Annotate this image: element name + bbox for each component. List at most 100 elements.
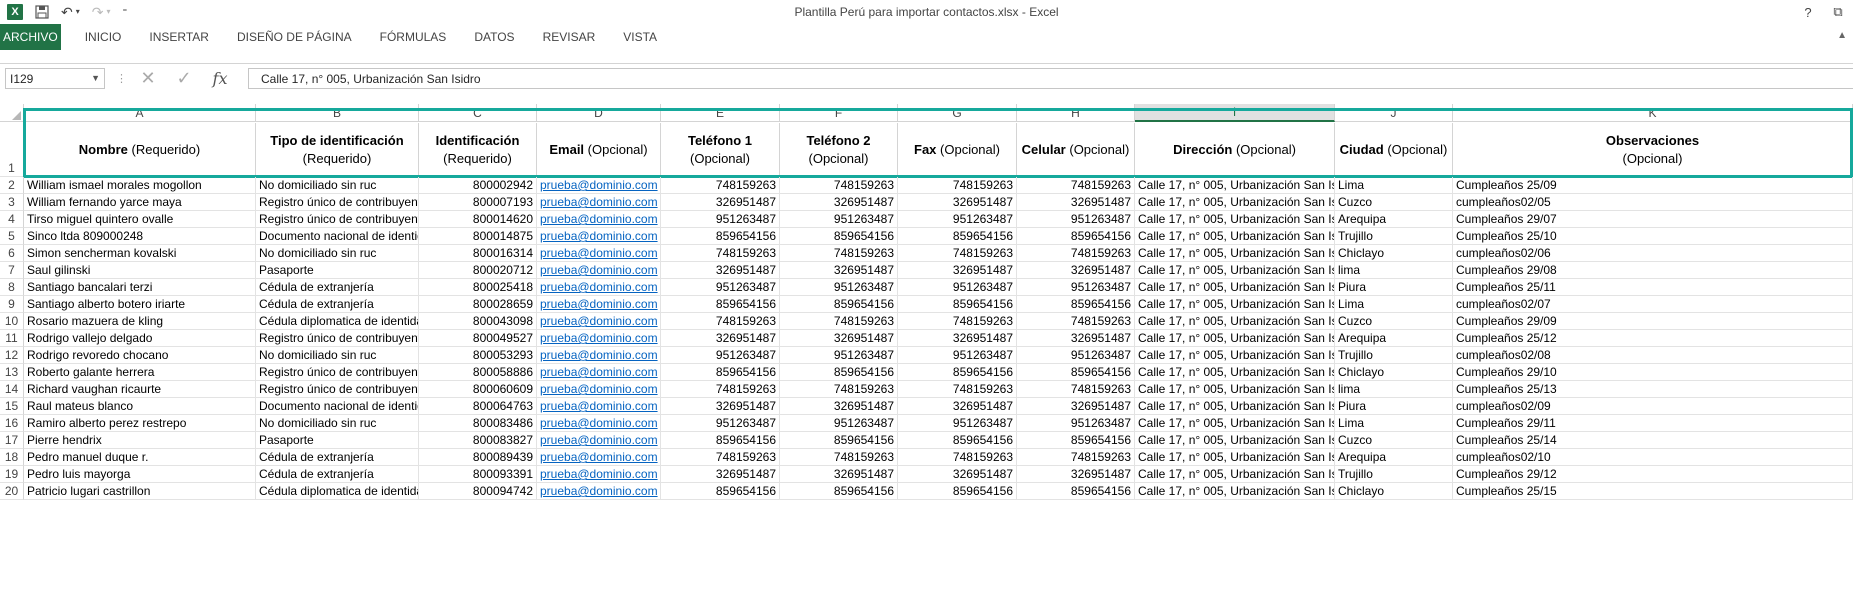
- email-link-cell[interactable]: prueba@dominio.com: [537, 296, 661, 313]
- row-header[interactable]: 16: [0, 415, 24, 432]
- table-cell[interactable]: Calle 17, n° 005, Urbanización San Isidr…: [1135, 194, 1335, 211]
- table-cell[interactable]: Calle 17, n° 005, Urbanización San Isidr…: [1135, 228, 1335, 245]
- select-all-corner[interactable]: [0, 104, 24, 122]
- table-cell[interactable]: 859654156: [1017, 228, 1135, 245]
- table-cell[interactable]: 326951487: [1017, 330, 1135, 347]
- table-cell[interactable]: 800060609: [419, 381, 537, 398]
- table-cell[interactable]: 859654156: [898, 296, 1017, 313]
- table-cell[interactable]: 800014620: [419, 211, 537, 228]
- table-cell[interactable]: Calle 17, n° 005, Urbanización San Isidr…: [1135, 449, 1335, 466]
- table-cell[interactable]: 951263487: [661, 415, 780, 432]
- row-header[interactable]: 2: [0, 177, 24, 194]
- header-cell[interactable]: Fax (Opcional): [898, 123, 1017, 177]
- tab-revisar[interactable]: REVISAR: [529, 24, 610, 50]
- table-cell[interactable]: Calle 17, n° 005, Urbanización San Isidr…: [1135, 415, 1335, 432]
- table-cell[interactable]: Calle 17, n° 005, Urbanización San Isidr…: [1135, 245, 1335, 262]
- email-link-cell[interactable]: prueba@dominio.com: [537, 177, 661, 194]
- table-cell[interactable]: 748159263: [898, 381, 1017, 398]
- column-header-a[interactable]: A: [24, 104, 256, 122]
- table-cell[interactable]: 951263487: [898, 211, 1017, 228]
- header-cell[interactable]: Ciudad (Opcional): [1335, 123, 1453, 177]
- row-header[interactable]: 20: [0, 483, 24, 500]
- table-cell[interactable]: 800028659: [419, 296, 537, 313]
- table-cell[interactable]: Calle 17, n° 005, Urbanización San Isidr…: [1135, 262, 1335, 279]
- email-link-cell[interactable]: prueba@dominio.com: [537, 398, 661, 415]
- table-cell[interactable]: 859654156: [661, 364, 780, 381]
- tab-diseño-de-página[interactable]: DISEÑO DE PÁGINA: [223, 24, 366, 50]
- row-header[interactable]: 5: [0, 228, 24, 245]
- table-cell[interactable]: 951263487: [780, 211, 898, 228]
- table-cell[interactable]: 951263487: [661, 279, 780, 296]
- row-header[interactable]: 1: [0, 123, 24, 177]
- table-cell[interactable]: 859654156: [780, 296, 898, 313]
- table-cell[interactable]: 748159263: [898, 449, 1017, 466]
- table-cell[interactable]: 951263487: [661, 211, 780, 228]
- row-header[interactable]: 3: [0, 194, 24, 211]
- table-cell[interactable]: 748159263: [1017, 381, 1135, 398]
- table-cell[interactable]: 800058886: [419, 364, 537, 381]
- email-link-cell[interactable]: prueba@dominio.com: [537, 381, 661, 398]
- table-cell[interactable]: Pasaporte: [256, 262, 419, 279]
- table-cell[interactable]: 951263487: [898, 279, 1017, 296]
- formula-input[interactable]: Calle 17, n° 005, Urbanización San Isidr…: [248, 68, 1853, 89]
- email-link-cell[interactable]: prueba@dominio.com: [537, 228, 661, 245]
- email-link-cell[interactable]: prueba@dominio.com: [537, 432, 661, 449]
- table-cell[interactable]: Cumpleaños 29/12: [1453, 466, 1853, 483]
- table-cell[interactable]: Calle 17, n° 005, Urbanización San Isidr…: [1135, 347, 1335, 364]
- table-cell[interactable]: lima: [1335, 381, 1453, 398]
- table-cell[interactable]: 326951487: [780, 398, 898, 415]
- table-cell[interactable]: cumpleaños02/05: [1453, 194, 1853, 211]
- table-cell[interactable]: Lima: [1335, 296, 1453, 313]
- table-cell[interactable]: cumpleaños02/07: [1453, 296, 1853, 313]
- table-cell[interactable]: Cédula de extranjería: [256, 466, 419, 483]
- table-cell[interactable]: Chiclayo: [1335, 364, 1453, 381]
- table-cell[interactable]: 326951487: [898, 330, 1017, 347]
- tab-datos[interactable]: DATOS: [460, 24, 528, 50]
- table-cell[interactable]: 800093391: [419, 466, 537, 483]
- ribbon-scroll-icon[interactable]: ▲: [1837, 30, 1847, 41]
- column-header-k[interactable]: K: [1453, 104, 1853, 122]
- table-cell[interactable]: 800064763: [419, 398, 537, 415]
- table-cell[interactable]: 859654156: [1017, 364, 1135, 381]
- table-cell[interactable]: Richard vaughan ricaurte: [24, 381, 256, 398]
- table-cell[interactable]: 800043098: [419, 313, 537, 330]
- table-cell[interactable]: Roberto galante herrera: [24, 364, 256, 381]
- table-cell[interactable]: 859654156: [780, 483, 898, 500]
- table-cell[interactable]: Arequipa: [1335, 449, 1453, 466]
- table-cell[interactable]: 800002942: [419, 177, 537, 194]
- table-cell[interactable]: Santiago alberto botero iriarte: [24, 296, 256, 313]
- table-cell[interactable]: 326951487: [898, 398, 1017, 415]
- table-cell[interactable]: 951263487: [780, 279, 898, 296]
- table-cell[interactable]: 748159263: [1017, 313, 1135, 330]
- table-cell[interactable]: 859654156: [661, 483, 780, 500]
- table-cell[interactable]: 800094742: [419, 483, 537, 500]
- table-cell[interactable]: 951263487: [780, 415, 898, 432]
- row-header[interactable]: 18: [0, 449, 24, 466]
- table-cell[interactable]: Trujillo: [1335, 228, 1453, 245]
- email-link-cell[interactable]: prueba@dominio.com: [537, 211, 661, 228]
- table-cell[interactable]: 800007193: [419, 194, 537, 211]
- table-cell[interactable]: 800014875: [419, 228, 537, 245]
- column-header-f[interactable]: F: [780, 104, 898, 122]
- table-cell[interactable]: 326951487: [661, 194, 780, 211]
- table-cell[interactable]: 800016314: [419, 245, 537, 262]
- table-cell[interactable]: No domiciliado sin ruc: [256, 177, 419, 194]
- table-cell[interactable]: Documento nacional de identidad: [256, 398, 419, 415]
- email-link-cell[interactable]: prueba@dominio.com: [537, 194, 661, 211]
- table-cell[interactable]: Cumpleaños 25/15: [1453, 483, 1853, 500]
- table-cell[interactable]: 748159263: [661, 245, 780, 262]
- header-cell[interactable]: Teléfono 2 (Opcional): [780, 123, 898, 177]
- insert-function-icon[interactable]: fx: [212, 69, 228, 88]
- tab-insertar[interactable]: INSERTAR: [135, 24, 223, 50]
- table-cell[interactable]: Rosario mazuera de kling: [24, 313, 256, 330]
- table-cell[interactable]: Rodrigo revoredo chocano: [24, 347, 256, 364]
- table-cell[interactable]: Registro único de contribuyente: [256, 364, 419, 381]
- table-cell[interactable]: 748159263: [780, 381, 898, 398]
- table-cell[interactable]: 748159263: [780, 313, 898, 330]
- table-cell[interactable]: Simon sencherman kovalski: [24, 245, 256, 262]
- table-cell[interactable]: Registro único de contribuyente: [256, 330, 419, 347]
- table-cell[interactable]: 951263487: [898, 347, 1017, 364]
- table-cell[interactable]: Calle 17, n° 005, Urbanización San Isidr…: [1135, 279, 1335, 296]
- table-cell[interactable]: 748159263: [661, 449, 780, 466]
- table-cell[interactable]: Raul mateus blanco: [24, 398, 256, 415]
